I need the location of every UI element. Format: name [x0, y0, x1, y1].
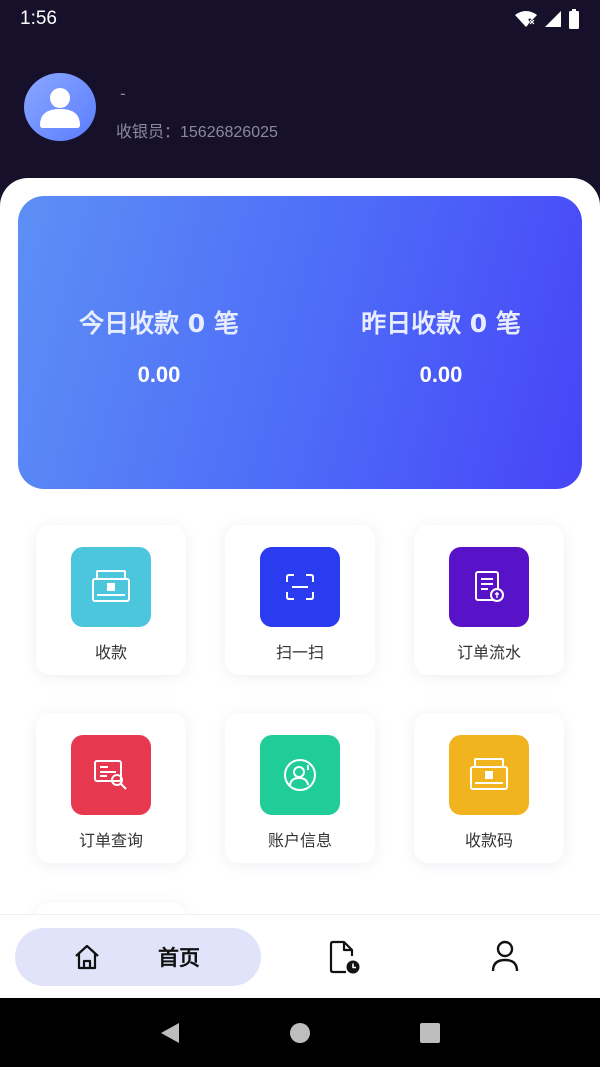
- cashier-info: 收银员：15626826025: [116, 124, 278, 141]
- bill-history-icon: [329, 940, 360, 974]
- yesterday-amount: 0.00: [419, 362, 463, 387]
- menu-order-search[interactable]: 订单查询: [36, 713, 186, 863]
- tab-profile[interactable]: [490, 939, 520, 977]
- tab-home[interactable]: 首页: [15, 928, 261, 986]
- status-time: 1:56: [20, 8, 57, 29]
- menu-payment-code[interactable]: 收款码: [414, 713, 564, 863]
- order-ledger-icon: [449, 547, 529, 627]
- profile-header: - 收银员：15626826025: [0, 38, 600, 188]
- order-search-icon: [71, 735, 151, 815]
- bottom-tab-bar: 首页: [0, 914, 600, 998]
- menu-order-search-label: 订单查询: [78, 831, 143, 850]
- menu-account-info-label: 账户信息: [267, 831, 332, 850]
- today-amount: 0.00: [137, 362, 181, 387]
- menu-scan[interactable]: 扫一扫: [225, 525, 375, 675]
- status-bar: 1:56: [0, 0, 600, 38]
- home-circle-icon[interactable]: [289, 1022, 311, 1044]
- menu-scan-label: 扫一扫: [275, 643, 324, 662]
- tab-bills[interactable]: [328, 940, 362, 980]
- menu-payment-code-label: 收款码: [464, 831, 513, 850]
- signal-icon: [545, 11, 561, 27]
- user-name: -: [120, 84, 126, 103]
- menu-order-ledger-label: 订单流水: [456, 643, 521, 662]
- yesterday-label: 昨日收款 0 笔: [361, 309, 521, 338]
- wifi-icon: [515, 11, 537, 27]
- menu-order-ledger[interactable]: 订单流水: [414, 525, 564, 675]
- summary-card: 今日收款 0 笔 0.00 昨日收款 0 笔 0.00: [18, 196, 582, 489]
- menu-collect[interactable]: 收款: [36, 525, 186, 675]
- home-icon: [75, 944, 99, 970]
- recents-icon[interactable]: [419, 1022, 441, 1044]
- battery-icon: [569, 9, 579, 29]
- today-stat: 今日收款 0 笔 0.00: [18, 304, 300, 388]
- menu-collect-label: 收款: [94, 643, 127, 662]
- yesterday-stat: 昨日收款 0 笔 0.00: [300, 304, 582, 388]
- cash-register-icon: [71, 547, 151, 627]
- scan-icon: [260, 547, 340, 627]
- tab-home-label: 首页: [158, 946, 200, 970]
- payment-code-icon: [449, 735, 529, 815]
- user-icon: [491, 940, 519, 972]
- avatar[interactable]: [24, 73, 96, 141]
- account-icon: [260, 735, 340, 815]
- system-nav-bar: [0, 998, 600, 1067]
- user-avatar-icon: [40, 88, 80, 128]
- today-label: 今日收款 0 笔: [79, 309, 239, 338]
- menu-account-info[interactable]: 账户信息: [225, 713, 375, 863]
- back-icon[interactable]: [159, 1021, 181, 1045]
